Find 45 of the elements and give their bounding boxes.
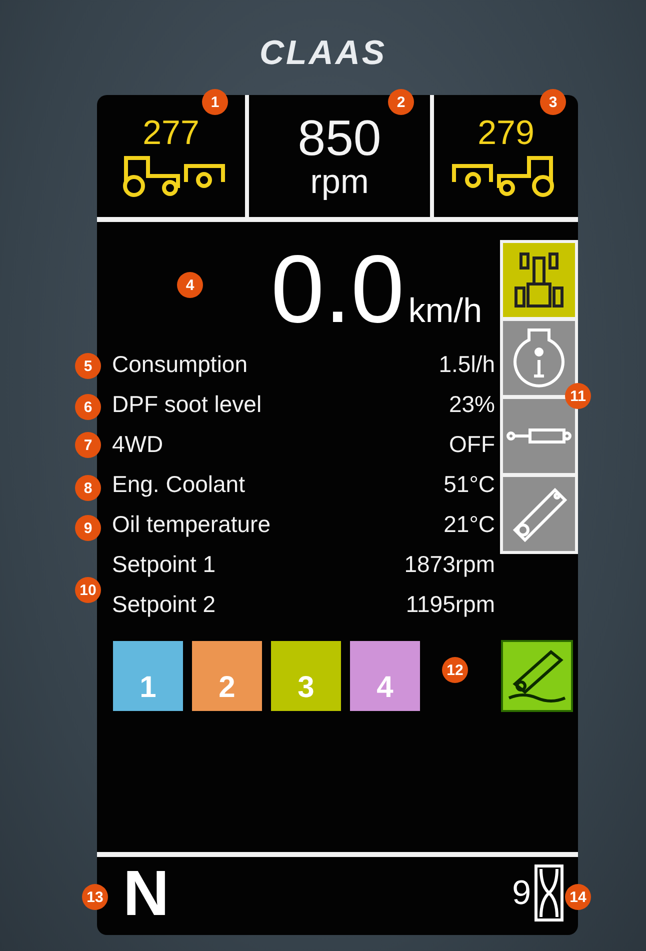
ground-speed: 0.0 (270, 240, 404, 340)
linkage-button[interactable] (501, 640, 573, 712)
callout-number: 11 (565, 383, 591, 409)
callout-number: 8 (75, 475, 101, 501)
speed-unit: km/h (408, 292, 482, 331)
tractor-top-view-icon (513, 250, 565, 310)
callout-number: 2 (388, 89, 414, 115)
reading-value: 1873rpm (404, 550, 495, 578)
reading-value: 1.5l/h (438, 350, 495, 378)
callout-number: 9 (75, 515, 101, 541)
reading-value: 23% (448, 390, 495, 418)
hydraulic-cylinder-icon (506, 426, 572, 446)
callout-number: 1 (202, 89, 228, 115)
reading-label: Setpoint 2 (112, 590, 216, 618)
reading-label: Setpoint 1 (112, 550, 216, 578)
engine-speed-unit: rpm (310, 164, 369, 200)
callout-number: 10 (75, 577, 101, 603)
callout-number: 14 (565, 884, 591, 910)
callout-number: 5 (75, 353, 101, 379)
reading-value: 51°C (444, 470, 495, 498)
memory-key[interactable]: 3 (271, 641, 341, 711)
callout-number: 7 (75, 432, 101, 458)
reading-label: Consumption (112, 350, 248, 378)
side-menu-button[interactable] (503, 243, 575, 317)
gear-indicator: N (123, 860, 170, 926)
reading-label: Eng. Coolant (112, 470, 245, 498)
brand-logo: CLAAS (259, 34, 387, 74)
engine-speed: 850 (298, 112, 382, 164)
memory-key[interactable]: 1 (113, 641, 183, 711)
callout-number: 3 (540, 89, 566, 115)
callout-number: 13 (82, 884, 108, 910)
timer-value: 9 (512, 874, 531, 912)
callout-number: 6 (75, 394, 101, 420)
lift-arm-ground-icon (507, 648, 567, 704)
pto-speed: 277 (142, 114, 200, 152)
pto-speed: 279 (478, 114, 534, 152)
reading-label: Oil temperature (112, 510, 271, 538)
memory-key[interactable]: 2 (192, 641, 262, 711)
reading-label: 4WD (112, 430, 164, 458)
reading-value: 1195rpm (406, 590, 495, 618)
memory-key[interactable]: 4 (350, 641, 420, 711)
hourglass-icon (534, 864, 564, 922)
reading-value: OFF (449, 430, 495, 458)
reading-value: 21°C (444, 510, 495, 538)
reading-label: DPF soot level (112, 390, 262, 418)
